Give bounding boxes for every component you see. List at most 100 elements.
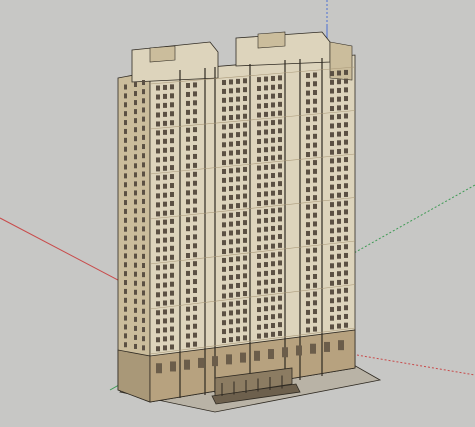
window xyxy=(271,243,275,249)
window xyxy=(313,81,317,87)
window xyxy=(264,332,268,338)
window xyxy=(124,182,127,188)
window xyxy=(134,307,137,313)
window xyxy=(170,174,174,180)
window xyxy=(337,157,341,163)
window xyxy=(170,209,174,215)
window xyxy=(306,116,310,122)
building-model[interactable] xyxy=(117,31,382,413)
window xyxy=(330,289,334,295)
window xyxy=(337,218,341,224)
window xyxy=(278,242,282,248)
window xyxy=(236,167,240,173)
window xyxy=(264,306,268,312)
window xyxy=(236,265,240,271)
window xyxy=(243,166,247,172)
window xyxy=(163,255,167,261)
window xyxy=(264,244,268,250)
window xyxy=(222,80,226,86)
window xyxy=(243,273,247,279)
window xyxy=(229,283,233,289)
window xyxy=(229,239,233,245)
window xyxy=(124,208,127,214)
window xyxy=(163,327,167,333)
window xyxy=(229,319,233,325)
window xyxy=(163,219,167,225)
window xyxy=(193,323,197,329)
window xyxy=(193,109,197,115)
window xyxy=(163,111,167,117)
window xyxy=(170,281,174,287)
window xyxy=(344,113,348,119)
window xyxy=(170,191,174,197)
window xyxy=(124,342,127,348)
window xyxy=(236,247,240,253)
window xyxy=(271,261,275,267)
window xyxy=(186,315,190,321)
window xyxy=(330,245,334,251)
window xyxy=(257,139,261,145)
window xyxy=(337,140,341,146)
window xyxy=(330,315,334,321)
window xyxy=(236,327,240,333)
window xyxy=(337,306,341,312)
window xyxy=(229,123,233,129)
window xyxy=(337,87,341,93)
window xyxy=(156,85,160,91)
window xyxy=(313,230,317,236)
window xyxy=(124,315,127,321)
window xyxy=(186,118,190,124)
window xyxy=(330,280,334,286)
window xyxy=(134,208,137,214)
window xyxy=(134,298,137,304)
window xyxy=(170,218,174,224)
window xyxy=(257,174,261,180)
window xyxy=(236,132,240,138)
window xyxy=(264,120,268,126)
window xyxy=(271,208,275,214)
window xyxy=(170,93,174,99)
window xyxy=(330,202,334,208)
window xyxy=(337,105,341,111)
window xyxy=(306,301,310,307)
window xyxy=(134,253,137,259)
window xyxy=(156,220,160,226)
window xyxy=(344,165,348,171)
window xyxy=(193,207,197,213)
window xyxy=(142,125,145,131)
window xyxy=(222,266,226,272)
window xyxy=(243,131,247,137)
right-roof-block xyxy=(257,31,286,49)
window xyxy=(306,283,310,289)
window xyxy=(163,345,167,351)
window xyxy=(156,229,160,235)
window xyxy=(243,104,247,110)
window xyxy=(186,100,190,106)
window xyxy=(264,200,268,206)
window xyxy=(170,120,174,126)
window xyxy=(170,200,174,206)
window xyxy=(163,84,167,90)
window xyxy=(163,183,167,189)
window xyxy=(330,272,334,278)
window xyxy=(170,317,174,323)
window xyxy=(186,91,190,97)
window xyxy=(222,337,226,343)
window xyxy=(264,262,268,268)
window xyxy=(156,337,160,343)
window xyxy=(229,186,233,192)
window xyxy=(313,151,317,157)
window xyxy=(156,328,160,334)
window xyxy=(163,273,167,279)
scene-canvas[interactable] xyxy=(0,0,475,427)
window xyxy=(313,107,317,113)
window xyxy=(156,94,160,100)
window xyxy=(193,341,197,347)
window xyxy=(222,302,226,308)
window xyxy=(236,78,240,84)
window xyxy=(306,204,310,210)
3d-viewport[interactable] xyxy=(0,0,475,427)
window xyxy=(243,326,247,332)
window xyxy=(306,230,310,236)
window xyxy=(142,144,145,150)
